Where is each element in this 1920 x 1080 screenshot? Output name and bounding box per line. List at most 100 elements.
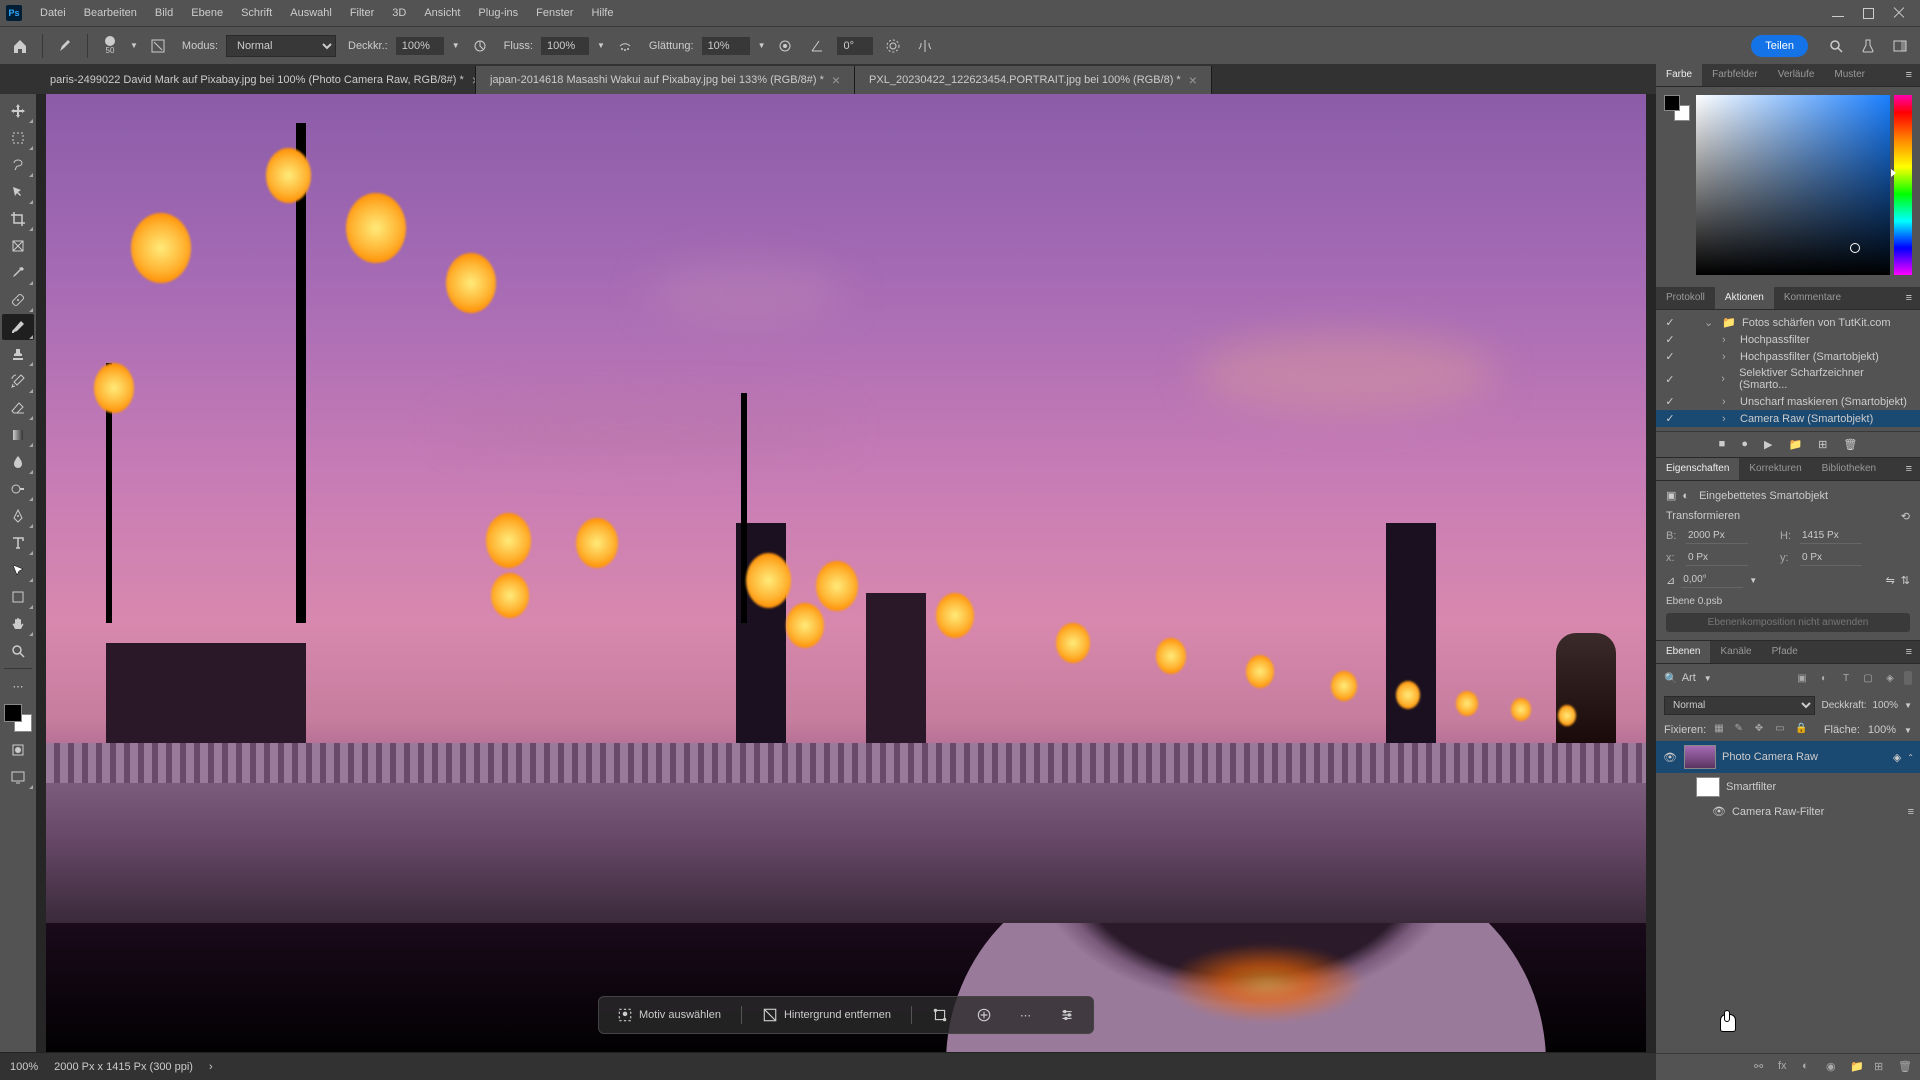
tab-muster[interactable]: Muster <box>1824 64 1875 86</box>
new-action-icon[interactable]: ⊞ <box>1818 438 1827 451</box>
link-icon[interactable]: ⚯ <box>1754 1060 1768 1074</box>
properties-icon[interactable] <box>1051 1003 1083 1027</box>
color-swatches[interactable] <box>4 704 32 732</box>
marquee-tool[interactable] <box>2 125 34 151</box>
y-input[interactable] <box>1800 550 1862 566</box>
panel-menu-icon[interactable]: ≡ <box>1898 458 1920 480</box>
record-icon[interactable]: ● <box>1741 438 1748 451</box>
pressure-size-icon[interactable] <box>881 34 905 58</box>
width-input[interactable] <box>1686 528 1748 544</box>
minimize-button[interactable] <box>1832 7 1844 19</box>
trash-icon[interactable]: 🗑 <box>1843 438 1857 451</box>
path-tool[interactable] <box>2 557 34 583</box>
tab-paris[interactable]: paris-2499022 David Mark auf Pixabay.jpg… <box>36 66 476 94</box>
hand-tool[interactable] <box>2 611 34 637</box>
color-field[interactable] <box>1696 95 1890 275</box>
filter-toggle[interactable] <box>1904 671 1912 685</box>
filter-options-icon[interactable]: ≡ <box>1908 806 1914 818</box>
tab-kanaele[interactable]: Kanäle <box>1710 641 1761 663</box>
fx-icon[interactable]: fx <box>1778 1060 1792 1074</box>
collapse-icon[interactable]: ⌃ <box>1907 753 1914 762</box>
brush-tool[interactable] <box>2 314 34 340</box>
menu-bearbeiten[interactable]: Bearbeiten <box>76 3 145 23</box>
brush-panel-icon[interactable] <box>146 34 170 58</box>
lock-artboard-icon[interactable]: ▭ <box>1775 723 1787 737</box>
play-icon[interactable]: ▶ <box>1764 438 1772 451</box>
tab-japan[interactable]: japan-2014618 Masashi Wakui auf Pixabay.… <box>476 66 855 94</box>
layer-row[interactable]: 👁 Camera Raw-Filter ≡ <box>1656 801 1920 822</box>
new-layer-icon[interactable]: ⊞ <box>1874 1060 1888 1074</box>
visibility-icon[interactable]: 👁 <box>1662 751 1678 764</box>
filter-smart-icon[interactable]: ◈ <box>1882 670 1898 686</box>
tab-korrekturen[interactable]: Korrekturen <box>1739 458 1811 480</box>
menu-datei[interactable]: Datei <box>32 3 74 23</box>
lock-brush-icon[interactable]: ✎ <box>1734 723 1746 737</box>
chevron-down-icon[interactable]: ▼ <box>1904 701 1912 710</box>
new-folder-icon[interactable]: 📁 <box>1788 438 1802 451</box>
symmetry-icon[interactable] <box>913 34 937 58</box>
brush-tool-icon[interactable] <box>53 34 77 58</box>
menu-ansicht[interactable]: Ansicht <box>416 3 468 23</box>
filter-image-icon[interactable]: ▣ <box>1794 670 1810 686</box>
close-icon[interactable]: × <box>1189 72 1197 88</box>
close-icon[interactable]: × <box>832 72 840 88</box>
history-brush-tool[interactable] <box>2 368 34 394</box>
quickmask-icon[interactable] <box>2 737 34 763</box>
panel-menu-icon[interactable]: ≡ <box>1898 287 1920 309</box>
tab-bibliotheken[interactable]: Bibliotheken <box>1812 458 1886 480</box>
chevron-down-icon[interactable]: ▼ <box>452 41 460 50</box>
type-tool[interactable] <box>2 530 34 556</box>
move-tool[interactable] <box>2 98 34 124</box>
maximize-button[interactable] <box>1862 7 1874 19</box>
edit-toolbar-icon[interactable]: ⋯ <box>2 673 34 699</box>
menu-auswahl[interactable]: Auswahl <box>282 3 340 23</box>
workspace-icon[interactable] <box>1888 34 1912 58</box>
select-subject-button[interactable]: Motiv auswählen <box>609 1003 729 1027</box>
tab-farbfelder[interactable]: Farbfelder <box>1702 64 1768 86</box>
chevron-down-icon[interactable]: ▼ <box>130 41 138 50</box>
flip-h-icon[interactable]: ⇋ <box>1886 574 1895 587</box>
chevron-right-icon[interactable]: › <box>209 1061 213 1073</box>
brush-preset-picker[interactable]: 50 <box>98 34 122 58</box>
tab-pxl[interactable]: PXL_20230422_122623454.PORTRAIT.jpg bei … <box>855 66 1212 94</box>
mask-icon[interactable]: ◐ <box>1802 1060 1816 1074</box>
selection-tool[interactable] <box>2 179 34 205</box>
tab-farbe[interactable]: Farbe <box>1656 64 1702 86</box>
frame-tool[interactable] <box>2 233 34 259</box>
tab-protokoll[interactable]: Protokoll <box>1656 287 1715 309</box>
smoothing-options-icon[interactable] <box>773 34 797 58</box>
zoom-level[interactable]: 100% <box>10 1061 38 1073</box>
airbrush-icon[interactable] <box>613 34 637 58</box>
angle-input[interactable] <box>837 37 873 55</box>
action-item[interactable]: ✓›Hochpassfilter (Smartobjekt) <box>1656 348 1920 365</box>
menu-fenster[interactable]: Fenster <box>528 3 581 23</box>
delete-icon[interactable]: 🗑 <box>1898 1060 1912 1074</box>
tab-kommentare[interactable]: Kommentare <box>1774 287 1851 309</box>
stamp-tool[interactable] <box>2 341 34 367</box>
screenmode-icon[interactable] <box>2 764 34 790</box>
layer-row[interactable]: Smartfilter <box>1656 773 1920 801</box>
stop-icon[interactable]: ■ <box>1719 438 1726 451</box>
dodge-tool[interactable] <box>2 476 34 502</box>
adjustment-icon[interactable]: ◉ <box>1826 1060 1840 1074</box>
chevron-down-icon[interactable]: ▼ <box>1749 576 1757 585</box>
filter-mask-thumbnail[interactable] <box>1696 777 1720 797</box>
eraser-tool[interactable] <box>2 395 34 421</box>
action-folder[interactable]: ✓⌄📁Fotos schärfen von TutKit.com <box>1656 314 1920 331</box>
healing-tool[interactable] <box>2 287 34 313</box>
gen-fill-icon[interactable] <box>968 1003 1000 1027</box>
chevron-down-icon[interactable]: ▼ <box>597 41 605 50</box>
remove-bg-button[interactable]: Hintergrund entfernen <box>754 1003 899 1027</box>
flow-input[interactable] <box>541 37 589 55</box>
gradient-tool[interactable] <box>2 422 34 448</box>
height-input[interactable] <box>1800 528 1862 544</box>
hue-slider[interactable] <box>1894 95 1912 275</box>
transform-icon[interactable] <box>924 1003 956 1027</box>
action-item[interactable]: ✓›Selektiver Scharfzeichner (Smarto... <box>1656 365 1920 393</box>
canvas[interactable]: Motiv auswählen Hintergrund entfernen ⋯ <box>36 94 1656 1052</box>
action-item[interactable]: ✓›Camera Raw (Smartobjekt) <box>1656 410 1920 427</box>
more-icon[interactable]: ⋯ <box>1012 1005 1039 1026</box>
panel-menu-icon[interactable]: ≡ <box>1898 64 1920 86</box>
menu-3d[interactable]: 3D <box>384 3 414 23</box>
lock-position-icon[interactable]: ✥ <box>1755 723 1767 737</box>
